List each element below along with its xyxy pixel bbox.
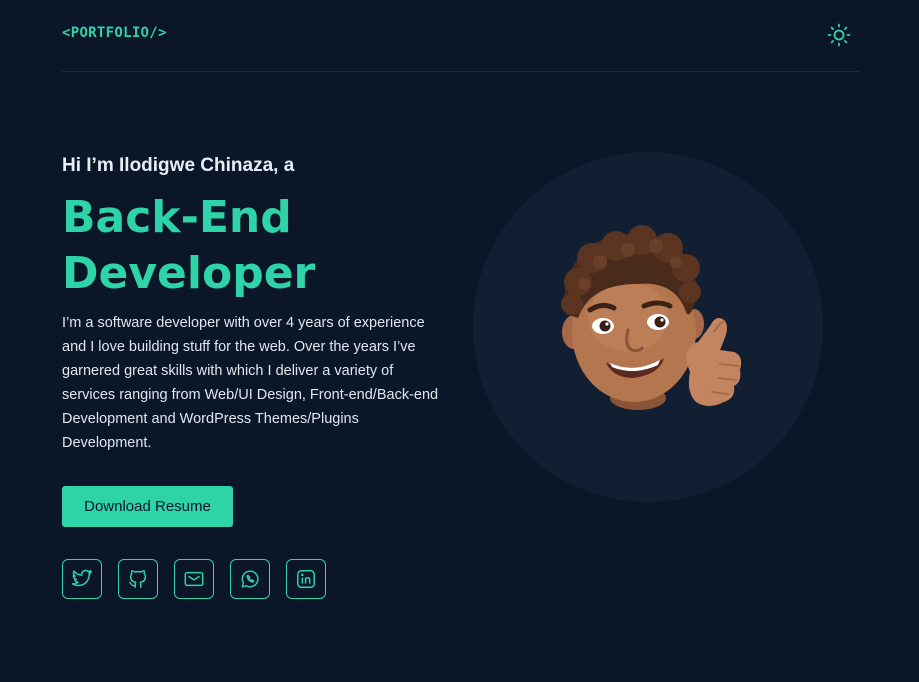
hero-role-title: Back-End Developer (62, 190, 315, 302)
email-link[interactable] (174, 559, 214, 599)
github-icon (129, 570, 147, 588)
site-logo[interactable]: <PORTFOLIO/> (62, 25, 167, 41)
whatsapp-icon (241, 570, 259, 588)
twitter-link[interactable] (62, 559, 102, 599)
whatsapp-link[interactable] (230, 559, 270, 599)
linkedin-link[interactable] (286, 559, 326, 599)
hero-bio: I’m a software developer with over 4 yea… (62, 315, 439, 451)
memoji-thumbs-up-avatar (561, 225, 742, 410)
role-line-2: Developer (62, 248, 316, 299)
header-divider (62, 71, 859, 72)
role-line-1: Back-End (62, 192, 292, 243)
twitter-icon (71, 569, 92, 587)
download-resume-button[interactable]: Download Resume (62, 486, 233, 527)
sun-icon (827, 23, 851, 47)
github-link[interactable] (118, 559, 158, 599)
linkedin-icon (297, 570, 315, 588)
social-links (62, 559, 326, 599)
hero-greeting: Hi I’m Ilodigwe Chinaza, a (62, 155, 295, 176)
theme-toggle-button[interactable] (826, 22, 852, 48)
mail-icon (184, 571, 204, 587)
